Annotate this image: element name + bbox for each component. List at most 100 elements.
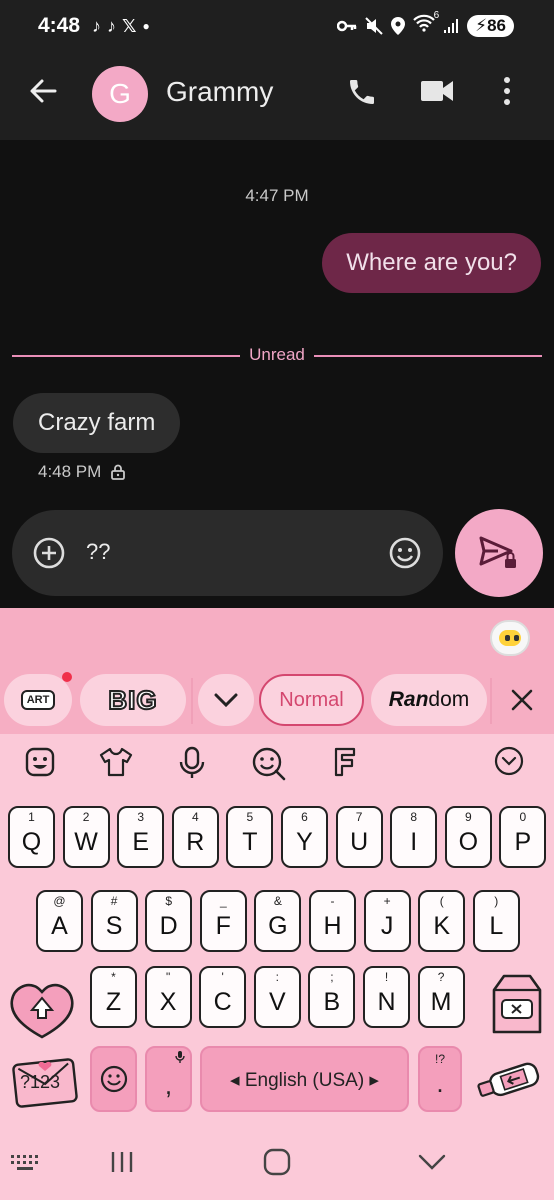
key-label: X xyxy=(159,988,177,1016)
key-x[interactable]: " X xyxy=(144,966,192,1028)
key-label: B xyxy=(323,988,341,1016)
key-e[interactable]: 3E xyxy=(117,806,165,868)
key-n[interactable]: ! N xyxy=(363,966,410,1028)
incoming-time: 4:48 PM xyxy=(38,462,102,481)
emoji-search-icon xyxy=(252,747,286,781)
font-style-bar: ART BIG Normal Ran dom xyxy=(0,672,554,728)
key-f[interactable]: _ F xyxy=(199,890,247,952)
key-label: T xyxy=(242,828,258,856)
key-label: E xyxy=(132,828,150,856)
key-label: A xyxy=(51,912,68,940)
keyboard-mascot-icon[interactable] xyxy=(490,620,530,656)
key-d[interactable]: $ D xyxy=(145,890,193,952)
key-o[interactable]: 9O xyxy=(444,806,492,868)
key-k[interactable]: (K xyxy=(418,890,466,952)
tiktok-icon: ♪ xyxy=(92,16,101,36)
theme-button[interactable] xyxy=(99,746,133,783)
key-r[interactable]: 4R xyxy=(171,806,219,868)
key-alt-label: + xyxy=(383,894,391,908)
space-key[interactable]: ◂ English (USA) ▸ xyxy=(200,1046,409,1112)
close-styles-button[interactable] xyxy=(508,686,536,719)
notification-dot xyxy=(62,672,72,682)
font-button[interactable] xyxy=(332,746,358,783)
mic-small-icon xyxy=(175,1051,185,1063)
key-c[interactable]: ' C xyxy=(199,966,247,1028)
send-button[interactable] xyxy=(455,509,543,597)
key-g[interactable]: & G xyxy=(254,890,302,952)
collapse-toolbar-button[interactable] xyxy=(494,746,524,781)
outgoing-message[interactable]: Where are you? xyxy=(322,233,541,293)
emoji-button[interactable] xyxy=(388,536,422,575)
key-v[interactable]: :V xyxy=(253,966,301,1028)
random-label-bold: Ran xyxy=(388,688,429,711)
add-circle-icon xyxy=(33,537,65,569)
key-alt-label: " xyxy=(165,970,171,984)
home-icon xyxy=(263,1148,291,1176)
big-font-chip[interactable]: BIG xyxy=(80,674,186,726)
shift-key[interactable] xyxy=(8,980,76,1040)
key-s[interactable]: # S xyxy=(90,890,138,952)
key-t[interactable]: 5T xyxy=(226,806,274,868)
enter-key[interactable] xyxy=(472,1054,546,1106)
delete-key[interactable] xyxy=(484,970,548,1038)
keyboard-switch-button[interactable] xyxy=(10,1154,40,1177)
key-i[interactable]: 8I xyxy=(390,806,438,868)
key-alt-label: # xyxy=(110,894,118,908)
key-label: U xyxy=(350,828,369,856)
key-j[interactable]: + J xyxy=(363,890,411,952)
key-alt-label: 4 xyxy=(191,810,199,824)
bottle-icon xyxy=(477,1062,540,1097)
symbols-key[interactable]: ?123 xyxy=(12,1054,78,1108)
key-alt-label: 8 xyxy=(410,810,418,824)
sticker-button[interactable] xyxy=(24,746,56,783)
back-nav-button[interactable] xyxy=(418,1154,446,1175)
emoji-search-button[interactable] xyxy=(251,746,287,787)
key-label: W xyxy=(74,828,98,856)
voice-input-button[interactable] xyxy=(178,746,206,785)
shirt-icon xyxy=(99,747,133,777)
comma-key[interactable]: , xyxy=(145,1046,192,1112)
microphone-icon xyxy=(179,746,205,778)
key-m[interactable]: ? M xyxy=(417,966,465,1028)
symbols-label: ?123 xyxy=(20,1072,61,1092)
contact-name[interactable]: Grammy xyxy=(166,76,273,108)
key-label: C xyxy=(213,988,232,1016)
attach-button[interactable] xyxy=(32,536,66,575)
period-key[interactable]: !? . xyxy=(418,1046,462,1112)
period-label: . xyxy=(436,1068,444,1098)
key-a[interactable]: @ A xyxy=(36,890,83,952)
backspace-carton-icon xyxy=(492,974,542,1034)
recent-apps-button[interactable] xyxy=(110,1150,134,1179)
shift-heart-icon xyxy=(10,983,74,1039)
expand-styles-button[interactable] xyxy=(198,674,254,726)
key-alt-label: 3 xyxy=(137,810,145,824)
more-options-button[interactable] xyxy=(502,76,512,111)
mute-icon xyxy=(365,16,383,35)
status-time: 4:48 xyxy=(38,14,81,37)
key-l[interactable]: ) L xyxy=(472,890,520,952)
call-button[interactable] xyxy=(346,76,378,113)
key-y[interactable]: 6Y xyxy=(281,806,328,868)
back-button[interactable] xyxy=(28,76,60,108)
random-font-chip[interactable]: Ran dom xyxy=(371,674,487,726)
divider-line xyxy=(314,355,542,357)
message-input[interactable]: ?? xyxy=(86,539,110,565)
key-alt-label: 0 xyxy=(519,810,527,824)
home-button[interactable] xyxy=(263,1148,291,1181)
key-q[interactable]: 1Q xyxy=(8,806,55,868)
key-w[interactable]: 2W xyxy=(62,806,110,868)
key-z[interactable]: * Z xyxy=(90,966,137,1028)
key-alt-label: ) xyxy=(494,894,499,908)
key-u[interactable]: 7U xyxy=(335,806,383,868)
emoji-key[interactable] xyxy=(90,1046,137,1112)
video-call-button[interactable] xyxy=(420,78,454,109)
key-h[interactable]: -H xyxy=(309,890,356,952)
navigation-bar xyxy=(0,1128,554,1200)
normal-font-chip[interactable]: Normal xyxy=(259,674,364,726)
key-p[interactable]: 0P xyxy=(499,806,547,868)
contact-avatar[interactable]: G xyxy=(92,66,148,122)
incoming-message[interactable]: Crazy farm xyxy=(13,393,181,453)
art-style-chip[interactable]: ART xyxy=(4,672,72,726)
key-alt-label: ! xyxy=(384,970,389,984)
key-b[interactable]: ; B xyxy=(308,966,356,1028)
